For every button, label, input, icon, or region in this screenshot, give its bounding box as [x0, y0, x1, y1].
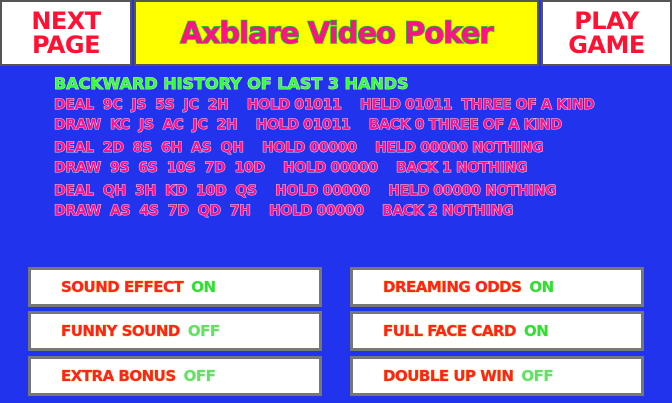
app-title: Axblare Video Poker — [180, 15, 495, 51]
full-face-card-value: ON — [524, 322, 549, 341]
history-draw-line-2: DRAW 9S 6S 10S 7D 10D HOLD 00000 BACK 1 … — [54, 159, 528, 176]
dreaming-odds-value: ON — [529, 278, 554, 297]
extra-bonus-value: OFF — [183, 367, 216, 386]
hand-history: BACKWARD HISTORY OF LAST 3 HANDS DEAL 9C… — [54, 73, 654, 221]
title-bar: Axblare Video Poker — [134, 0, 539, 66]
dreaming-odds-label: DREAMING ODDS — [383, 278, 523, 297]
history-deal-line-2: DEAL 2D 8S 6H AS QH HOLD 00000 HELD 0000… — [54, 140, 544, 157]
dreaming-odds-toggle[interactable]: DREAMING ODDS ON — [350, 267, 644, 307]
full-face-card-label: FULL FACE CARD — [383, 322, 517, 341]
funny-sound-label: FUNNY SOUND — [61, 322, 181, 341]
extra-bonus-toggle[interactable]: EXTRA BONUS OFF — [28, 356, 322, 396]
next-page-label-1: NEXT — [31, 7, 102, 35]
sound-effect-label: SOUND EFFECT — [61, 278, 184, 297]
history-deal-line-3: DEAL QH 3H KD 10D QS HOLD 00000 HELD 000… — [54, 183, 557, 200]
next-page-button[interactable]: NEXT PAGE — [0, 0, 132, 66]
play-game-label-1: PLAY — [574, 7, 640, 35]
play-game-button[interactable]: PLAY GAME — [541, 0, 672, 66]
next-page-label-2: PAGE — [31, 31, 101, 59]
double-up-win-value: OFF — [521, 367, 554, 386]
play-game-label-2: GAME — [568, 31, 646, 59]
extra-bonus-label: EXTRA BONUS — [61, 367, 177, 386]
sound-effect-toggle[interactable]: SOUND EFFECT ON — [28, 267, 322, 307]
history-draw-line-3: DRAW AS 4S 7D QD 7H HOLD 00000 BACK 2 NO… — [54, 202, 514, 219]
double-up-win-label: DOUBLE UP WIN — [383, 367, 515, 386]
double-up-win-toggle[interactable]: DOUBLE UP WIN OFF — [350, 356, 644, 396]
history-deal-line-1: DEAL 9C JS 5S JC 2H HOLD 01011 HELD 0101… — [54, 97, 596, 114]
history-title: BACKWARD HISTORY OF LAST 3 HANDS — [54, 74, 409, 94]
full-face-card-toggle[interactable]: FULL FACE CARD ON — [350, 311, 644, 351]
history-draw-line-1: DRAW KC JS AC JC 2H HOLD 01011 BACK 0 TH… — [54, 116, 563, 133]
funny-sound-toggle[interactable]: FUNNY SOUND OFF — [28, 311, 322, 351]
sound-effect-value: ON — [191, 278, 216, 297]
funny-sound-value: OFF — [187, 322, 221, 341]
